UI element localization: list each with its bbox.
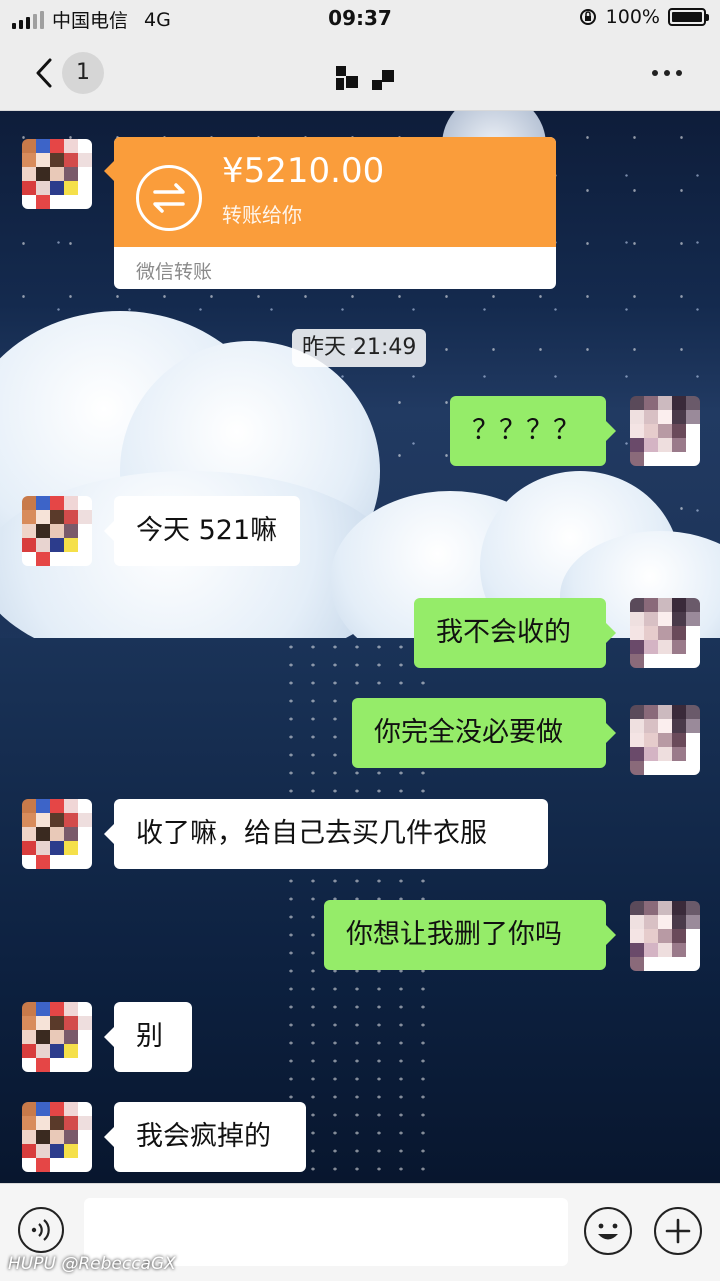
contact-avatar[interactable] bbox=[22, 1102, 92, 1172]
outgoing-message[interactable]: 你想让我删了你吗 bbox=[324, 900, 616, 970]
chat-area[interactable]: ¥5210.00 转账给你 微信转账 昨天 21:49 ？？？？ 今天 521嘛… bbox=[0, 111, 720, 1183]
transfer-footer: 微信转账 bbox=[136, 261, 213, 283]
money-transfer-card[interactable]: ¥5210.00 转账给你 微信转账 bbox=[114, 137, 556, 289]
contact-avatar[interactable] bbox=[22, 1002, 92, 1072]
contact-avatar[interactable] bbox=[22, 496, 92, 566]
transfer-amount: ¥5210.00 bbox=[222, 151, 385, 191]
battery-icon bbox=[668, 8, 709, 26]
message-timestamp: 昨天 21:49 bbox=[292, 329, 427, 367]
contact-avatar[interactable] bbox=[22, 799, 92, 869]
my-avatar[interactable] bbox=[630, 396, 700, 466]
outgoing-message[interactable]: ？？？？ bbox=[450, 396, 616, 466]
transfer-subtitle: 转账给你 bbox=[222, 203, 302, 227]
my-avatar[interactable] bbox=[630, 705, 700, 775]
my-avatar[interactable] bbox=[630, 598, 700, 668]
contact-avatar[interactable] bbox=[22, 139, 92, 209]
battery-percent: 100% bbox=[605, 6, 660, 28]
voice-input-icon[interactable] bbox=[18, 1207, 64, 1253]
transfer-bubble-tail bbox=[104, 161, 114, 181]
emoji-icon[interactable] bbox=[584, 1207, 632, 1255]
incoming-message[interactable]: 我会疯掉的 bbox=[104, 1102, 306, 1172]
back-chevron-icon[interactable] bbox=[30, 56, 60, 90]
transfer-arrows-icon bbox=[136, 165, 202, 231]
contact-name-pixelated bbox=[336, 66, 398, 92]
outgoing-message[interactable]: 我不会收的 bbox=[414, 598, 616, 668]
orientation-lock-icon bbox=[579, 9, 596, 25]
chat-header: 1 bbox=[0, 36, 720, 111]
add-more-icon[interactable] bbox=[654, 1207, 702, 1255]
incoming-message[interactable]: 今天 521嘛 bbox=[104, 496, 300, 566]
more-options-icon[interactable] bbox=[652, 70, 682, 76]
incoming-message[interactable]: 收了嘛，给自己去买几件衣服 bbox=[104, 799, 548, 869]
watermark: HUPU @RebeccaGX bbox=[8, 1254, 176, 1274]
unread-count-badge[interactable]: 1 bbox=[62, 52, 104, 94]
outgoing-message[interactable]: 你完全没必要做 bbox=[352, 698, 616, 768]
my-avatar[interactable] bbox=[630, 901, 700, 971]
status-bar: 中国电信 4G 09:37 100% bbox=[0, 0, 720, 36]
incoming-message[interactable]: 别 bbox=[104, 1002, 192, 1072]
